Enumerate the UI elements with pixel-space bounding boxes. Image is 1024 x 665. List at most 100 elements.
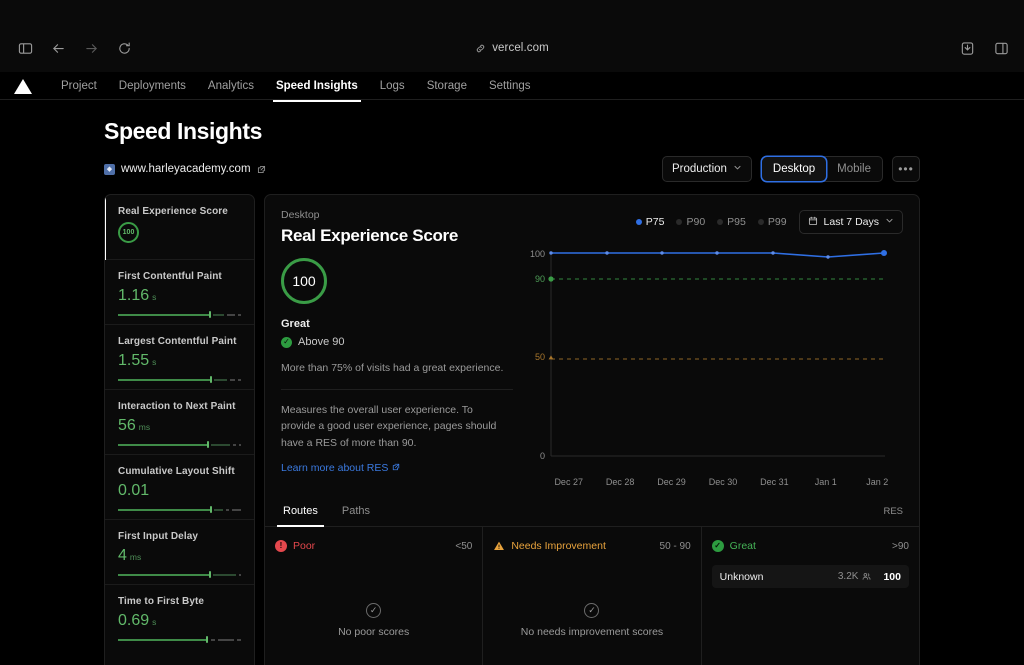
browser-nav-buttons <box>14 37 135 59</box>
metric-label: Cumulative Layout Shift <box>118 466 235 477</box>
column-range: >90 <box>892 540 909 552</box>
empty-state-poor: ✓ No poor scores <box>275 555 472 665</box>
metric-first-input-delay[interactable]: First Input Delay 4 ms <box>105 520 254 585</box>
forward-arrow-icon[interactable] <box>80 37 102 59</box>
link-icon <box>475 43 486 54</box>
learn-more-link[interactable]: Learn more about RES <box>281 462 400 474</box>
main-layout: Real Experience Score 100 First Contentf… <box>104 194 920 665</box>
environment-selector[interactable]: Production <box>661 156 752 182</box>
route-name: Unknown <box>719 570 764 583</box>
metrics-rail: Real Experience Score 100 First Contentf… <box>104 194 255 665</box>
summary-threshold: Above 90 <box>298 336 345 348</box>
route-res-score: 100 <box>883 570 901 583</box>
warning-icon <box>493 540 505 552</box>
environment-label: Production <box>671 163 727 175</box>
percentile-p99[interactable]: P99 <box>757 216 787 228</box>
nav-item-deployments[interactable]: Deployments <box>108 72 197 100</box>
project-domain[interactable]: ◆ www.harleyacademy.com <box>104 163 266 175</box>
metric-first-contentful-paint[interactable]: First Contentful Paint 1.16 s <box>105 260 254 325</box>
metric-value-group: 0.69 s <box>118 613 241 629</box>
reload-icon[interactable] <box>113 37 135 59</box>
chart-column: P75 P90 P95 P99 Last 7 Days 100 90 50 0 … <box>513 209 903 495</box>
metric-score-ring: 100 <box>118 222 139 243</box>
metric-value-group: 4 ms <box>118 548 241 564</box>
metric-bar <box>118 636 241 643</box>
column-range: 50 - 90 <box>659 540 691 552</box>
column-great: ✓ Great >90 Unknown 3.2K 100 <box>702 527 919 665</box>
external-link-icon[interactable] <box>257 165 266 174</box>
res-line-chart: 100 90 50 0 Dec 27 Dec 28 Dec 29 Dec 30 … <box>525 243 903 488</box>
percentile-p75[interactable]: P75 <box>635 216 664 228</box>
nav-item-storage[interactable]: Storage <box>416 72 478 100</box>
nav-item-project[interactable]: Project <box>50 72 108 100</box>
metric-unit: ms <box>138 422 151 432</box>
chart-controls: P75 P90 P95 P99 Last 7 Days <box>525 209 903 235</box>
poor-icon: ! <box>275 540 287 552</box>
percentile-p95[interactable]: P95 <box>717 216 746 228</box>
nav-item-settings[interactable]: Settings <box>478 72 542 100</box>
content-card: Desktop Real Experience Score 100 Great … <box>264 194 920 665</box>
x-tick-3: Dec 30 <box>708 477 738 487</box>
tabs-icon[interactable] <box>990 37 1012 59</box>
summary-threshold-row: ✓ Above 90 <box>281 336 513 348</box>
res-column-header: RES <box>883 506 903 517</box>
back-arrow-icon[interactable] <box>47 37 69 59</box>
column-header: ✓ Great >90 <box>711 537 909 555</box>
metric-value-group: 56 ms <box>118 418 241 434</box>
vercel-logo-icon[interactable] <box>14 78 32 94</box>
sidebar-toggle-icon[interactable] <box>14 37 36 59</box>
browser-url-bar[interactable]: vercel.com <box>0 42 1024 54</box>
y-tick-0: 0 <box>540 451 545 461</box>
device-option-mobile[interactable]: Mobile <box>826 157 882 181</box>
percentile-dot-icon <box>635 219 642 225</box>
url-text: vercel.com <box>492 42 549 54</box>
nav-item-analytics[interactable]: Analytics <box>197 72 265 100</box>
tab-routes[interactable]: Routes <box>277 505 324 527</box>
nav-item-logs[interactable]: Logs <box>369 72 416 100</box>
metric-interaction-to-next-paint[interactable]: Interaction to Next Paint 56 ms <box>105 390 254 455</box>
learn-more-label: Learn more about RES <box>281 462 389 475</box>
table-row[interactable]: Unknown 3.2K 100 <box>711 565 909 588</box>
share-icon[interactable] <box>956 37 978 59</box>
chevron-down-icon <box>885 216 894 228</box>
metric-real-experience-score[interactable]: Real Experience Score 100 <box>105 195 254 260</box>
check-circle-icon: ✓ <box>281 336 292 348</box>
page-title: Speed Insights <box>104 118 262 144</box>
nav-item-speed-insights[interactable]: Speed Insights <box>265 72 369 102</box>
calendar-icon <box>808 216 818 229</box>
column-label: Needs Improvement <box>511 540 606 552</box>
metric-unit: s <box>152 357 157 367</box>
metric-cumulative-layout-shift[interactable]: Cumulative Layout Shift 0.01 <box>105 455 254 520</box>
metric-label: First Input Delay <box>118 531 199 542</box>
domain-text: www.harleyacademy.com <box>121 163 251 175</box>
x-tick-6: Jan 2 <box>866 477 889 487</box>
percentile-dot-icon <box>717 219 724 225</box>
column-label: Poor <box>293 540 316 552</box>
empty-state-text: No needs improvement scores <box>520 625 664 638</box>
summary-rating: Great <box>281 318 310 330</box>
x-tick-2: Dec 29 <box>657 477 686 487</box>
column-header: ! Poor <50 <box>275 537 472 555</box>
column-label: Great <box>729 540 756 552</box>
metric-value: 0.69 <box>118 612 150 629</box>
users-icon <box>862 572 871 581</box>
metric-unit: s <box>152 292 157 302</box>
metric-largest-contentful-paint[interactable]: Largest Contentful Paint 1.55 s <box>105 325 254 390</box>
percentile-p90[interactable]: P90 <box>676 216 705 228</box>
column-header: Needs Improvement 50 - 90 <box>493 537 691 555</box>
empty-state-needs-improvement: ✓ No needs improvement scores <box>493 555 690 665</box>
metric-label: Largest Contentful Paint <box>118 336 237 347</box>
more-options-button[interactable]: ••• <box>892 156 920 182</box>
metric-label: Time to First Byte <box>118 596 205 607</box>
device-option-desktop[interactable]: Desktop <box>761 157 827 181</box>
great-icon: ✓ <box>711 540 724 552</box>
metric-time-to-first-byte[interactable]: Time to First Byte 0.69 s <box>105 585 254 650</box>
tab-paths[interactable]: Paths <box>340 505 372 526</box>
x-axis-labels: Dec 27 Dec 28 Dec 29 Dec 30 Dec 31 Jan 1… <box>543 477 903 487</box>
favicon-icon: ◆ <box>104 163 115 175</box>
metric-label: Real Experience Score <box>118 206 228 217</box>
device-toggle: Desktop Mobile <box>760 156 883 182</box>
page-content: Speed Insights ◆ www.harleyacademy.com P… <box>0 100 1024 665</box>
column-needs-improvement: Needs Improvement 50 - 90 ✓ No needs imp… <box>483 527 702 665</box>
date-range-selector[interactable]: Last 7 Days <box>798 210 903 234</box>
